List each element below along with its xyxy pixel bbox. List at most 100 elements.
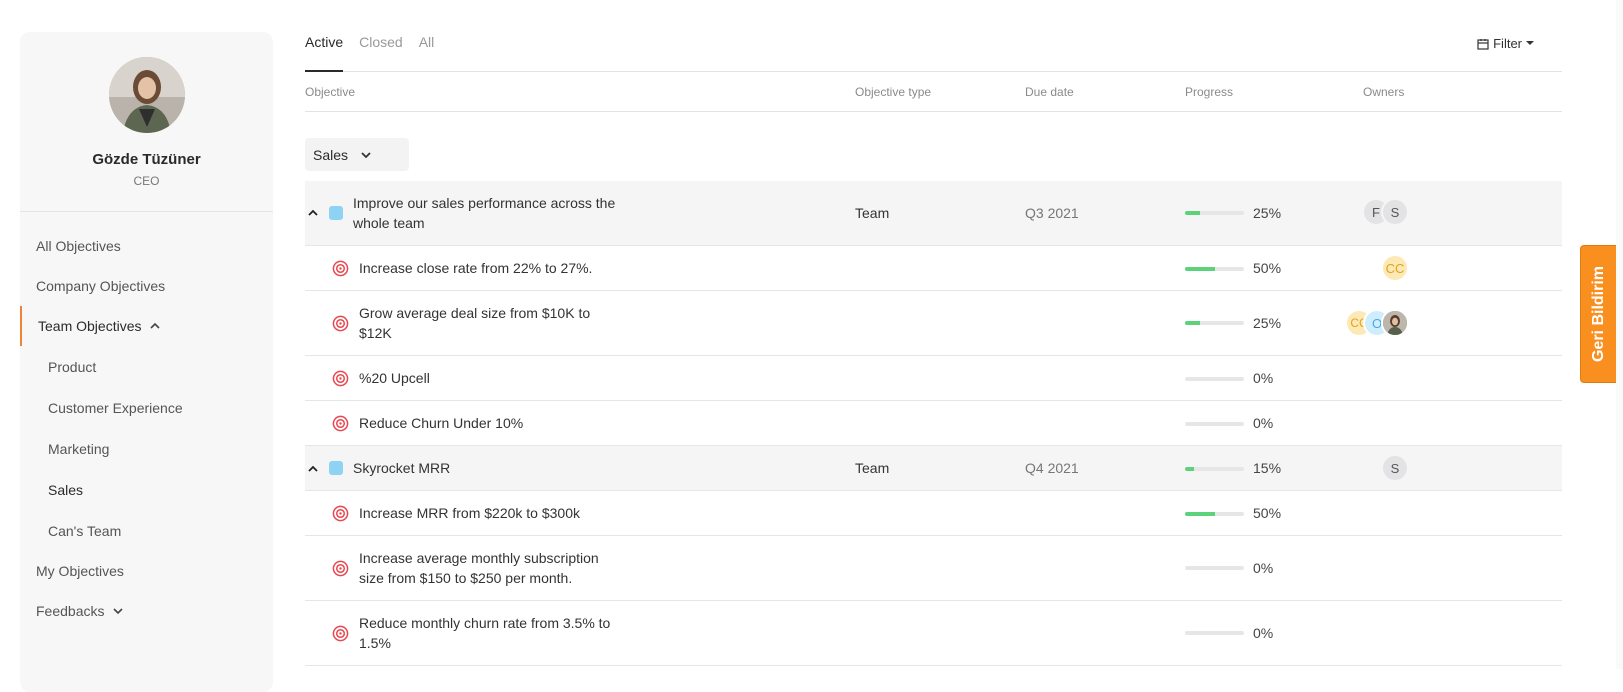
- key-result-title-line: Grow average deal size from $10K to: [359, 305, 591, 321]
- sidebar-item-marketing[interactable]: Marketing: [20, 428, 273, 469]
- owner-avatar[interactable]: S: [1381, 454, 1409, 482]
- group-select-value: Sales: [313, 146, 349, 163]
- status-tabs: Active Closed All Filter: [305, 30, 1562, 72]
- group-select[interactable]: Sales: [305, 138, 409, 171]
- key-result-title-line: 1.5%: [359, 635, 391, 651]
- key-result-title[interactable]: Grow average deal size from $10K to $12K: [359, 303, 590, 343]
- progress-percent: 25%: [1253, 205, 1282, 221]
- profile-role: CEO: [133, 174, 160, 188]
- sidebar-item-all-objectives[interactable]: All Objectives: [20, 226, 273, 266]
- progress-bar: [1185, 267, 1244, 271]
- tab-closed[interactable]: Closed: [359, 30, 403, 71]
- sidebar-item-label: Product: [48, 358, 97, 375]
- avatar[interactable]: [108, 57, 185, 133]
- owner-avatar-photo[interactable]: [1381, 309, 1409, 337]
- chevron-up-icon: [150, 322, 161, 329]
- table-row[interactable]: Reduce Churn Under 10% 0%: [305, 401, 1562, 446]
- column-objective: Objective: [305, 85, 356, 99]
- objective-title-line: whole team: [353, 215, 425, 231]
- objective-title[interactable]: Improve our sales performance across the…: [353, 193, 615, 233]
- chevron-down-icon: [361, 151, 371, 158]
- objective-title-line: Improve our sales performance across the: [353, 195, 616, 211]
- objective-title[interactable]: Skyrocket MRR: [353, 458, 450, 478]
- key-result-title[interactable]: Increase average monthly subscription si…: [359, 548, 599, 588]
- sidebar-item-label: Feedbacks: [36, 603, 105, 619]
- sidebar-item-product[interactable]: Product: [20, 346, 273, 387]
- column-objective-type: Objective type: [855, 85, 932, 99]
- chevron-up-icon[interactable]: [307, 463, 319, 475]
- table-row[interactable]: Skyrocket MRR Team Q4 2021 15% S: [305, 446, 1562, 491]
- progress-bar: [1185, 321, 1244, 325]
- key-result-title[interactable]: Increase MRR from $220k to $300k: [359, 503, 580, 523]
- objective-type: Team: [855, 460, 890, 476]
- sidebar-item-label: Customer Experience: [48, 399, 183, 416]
- target-icon: [332, 505, 349, 522]
- scrollbar[interactable]: [1616, 0, 1623, 669]
- target-icon: [332, 415, 349, 432]
- progress-percent: 0%: [1253, 625, 1274, 641]
- key-result-title[interactable]: Reduce Churn Under 10%: [359, 413, 523, 433]
- key-result-title-line: size from $150 to $250 per month.: [359, 570, 573, 586]
- tab-all[interactable]: All: [419, 30, 435, 71]
- objective-color-square: [329, 461, 343, 475]
- chevron-up-icon[interactable]: [307, 207, 319, 219]
- progress-fill: [1185, 467, 1194, 471]
- table-row[interactable]: Increase MRR from $220k to $300k 50%: [305, 491, 1562, 536]
- progress-bar: [1185, 467, 1244, 471]
- key-result-title[interactable]: Increase close rate from 22% to 27%.: [359, 258, 592, 278]
- sidebar-item-company-objectives[interactable]: Company Objectives: [20, 266, 273, 306]
- table-row[interactable]: Increase close rate from 22% to 27%. 50%…: [305, 246, 1562, 291]
- progress-bar: [1185, 566, 1244, 570]
- target-icon: [332, 625, 349, 642]
- table-row[interactable]: Improve our sales performance across the…: [305, 181, 1562, 246]
- progress-fill: [1185, 211, 1200, 215]
- sidebar-item-label: My Objectives: [36, 563, 124, 579]
- sidebar-nav: All Objectives Company Objectives Team O…: [20, 212, 273, 631]
- sidebar-item-label: Team Objectives: [38, 318, 142, 334]
- sidebar-item-sales[interactable]: Sales: [20, 469, 273, 510]
- profile-name: Gözde Tüzüner: [92, 151, 201, 168]
- caret-down-icon: [1526, 40, 1534, 45]
- tab-active[interactable]: Active: [305, 30, 344, 72]
- table-header: Objective Objective type Due date Progre…: [305, 72, 1562, 112]
- progress-percent: 15%: [1253, 460, 1282, 476]
- calendar-icon: [1477, 38, 1489, 50]
- feedback-tab-button[interactable]: Geri Bildirim: [1580, 245, 1618, 383]
- key-result-title[interactable]: Reduce monthly churn rate from 3.5% to 1…: [359, 613, 610, 653]
- sidebar: Gözde Tüzüner CEO All Objectives Company…: [20, 32, 273, 692]
- objectives-list: Improve our sales performance across the…: [305, 181, 1562, 666]
- target-icon: [332, 560, 349, 577]
- progress-fill: [1185, 512, 1215, 516]
- key-result-title-line: $12K: [359, 325, 392, 341]
- progress-bar: [1185, 377, 1244, 381]
- filter-button[interactable]: Filter: [1477, 36, 1534, 51]
- objective-type: Team: [855, 205, 890, 221]
- owner-avatar[interactable]: CC: [1381, 254, 1409, 282]
- chevron-down-icon: [113, 608, 124, 615]
- target-icon: [332, 370, 349, 387]
- progress-fill: [1185, 321, 1200, 325]
- key-result-title[interactable]: %20 Upcell: [359, 368, 430, 388]
- progress-percent: 0%: [1253, 415, 1274, 431]
- table-row[interactable]: Increase average monthly subscription si…: [305, 536, 1562, 601]
- progress-bar: [1185, 422, 1244, 426]
- sidebar-item-my-objectives[interactable]: My Objectives: [20, 551, 273, 591]
- profile-card: Gözde Tüzüner CEO: [20, 32, 273, 212]
- table-row[interactable]: Grow average deal size from $10K to $12K…: [305, 291, 1562, 356]
- sidebar-item-feedbacks[interactable]: Feedbacks: [20, 591, 273, 631]
- table-row[interactable]: %20 Upcell 0%: [305, 356, 1562, 401]
- progress-percent: 0%: [1253, 560, 1274, 576]
- progress-percent: 25%: [1253, 315, 1282, 331]
- key-result-title-line: Increase average monthly subscription: [359, 550, 599, 566]
- owner-avatar[interactable]: S: [1381, 198, 1409, 226]
- sidebar-item-customer-experience[interactable]: Customer Experience: [20, 387, 273, 428]
- target-icon: [332, 260, 349, 277]
- sidebar-item-team-objectives[interactable]: Team Objectives: [20, 306, 273, 346]
- sidebar-item-label: Company Objectives: [36, 278, 166, 294]
- sidebar-item-cans-team[interactable]: Can's Team: [20, 510, 273, 551]
- table-row[interactable]: Reduce monthly churn rate from 3.5% to 1…: [305, 601, 1562, 666]
- due-date: Q4 2021: [1025, 460, 1079, 476]
- sidebar-item-label: Sales: [48, 481, 84, 498]
- progress-bar: [1185, 512, 1244, 516]
- sidebar-item-label: Marketing: [48, 440, 110, 457]
